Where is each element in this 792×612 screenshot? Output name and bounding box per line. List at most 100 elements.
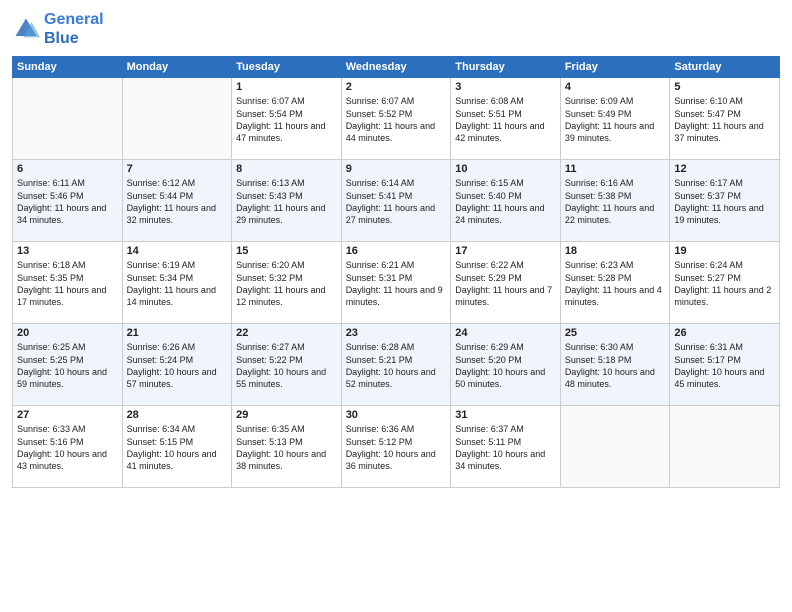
calendar-cell: 18 Sunrise: 6:23 AMSunset: 5:28 PMDayligh…: [560, 242, 670, 324]
cell-info: Sunrise: 6:33 AMSunset: 5:16 PMDaylight:…: [17, 423, 118, 472]
day-number: 20: [17, 327, 118, 339]
day-number: 23: [346, 327, 447, 339]
cell-info: Sunrise: 6:37 AMSunset: 5:11 PMDaylight:…: [455, 423, 556, 472]
col-header-thursday: Thursday: [451, 57, 561, 78]
day-number: 13: [17, 245, 118, 257]
cell-info: Sunrise: 6:10 AMSunset: 5:47 PMDaylight:…: [674, 95, 775, 144]
day-number: 17: [455, 245, 556, 257]
day-number: 22: [236, 327, 337, 339]
col-header-monday: Monday: [122, 57, 232, 78]
day-number: 11: [565, 163, 666, 175]
day-number: 10: [455, 163, 556, 175]
col-header-wednesday: Wednesday: [341, 57, 451, 78]
calendar-cell: 29 Sunrise: 6:35 AMSunset: 5:13 PMDayligh…: [232, 406, 342, 488]
calendar-cell: 24Sunrise: 6:29 AMSunset: 5:20 PMDayligh…: [451, 324, 561, 406]
cell-info: Sunrise: 6:18 AMSunset: 5:35 PMDaylight:…: [17, 259, 118, 308]
day-number: 9: [346, 163, 447, 175]
cell-info: Sunrise: 6:19 AMSunset: 5:34 PMDaylight:…: [127, 259, 228, 308]
week-row-1: 1Sunrise: 6:07 AMSunset: 5:54 PMDaylight…: [13, 78, 780, 160]
day-number: 31: [455, 409, 556, 421]
cell-info: Sunrise: 6:34 AMSunset: 5:15 PMDaylight:…: [127, 423, 228, 472]
day-number: 16: [346, 245, 447, 257]
calendar-cell: 14 Sunrise: 6:19 AMSunset: 5:34 PMDayligh…: [122, 242, 232, 324]
cell-info: Sunrise: 6:30 AMSunset: 5:18 PMDaylight:…: [565, 341, 666, 390]
day-number: 7: [127, 163, 228, 175]
calendar-cell: 11 Sunrise: 6:16 AMSunset: 5:38 PMDayligh…: [560, 160, 670, 242]
cell-info: Sunrise: 6:22 AMSunset: 5:29 PMDaylight:…: [455, 259, 556, 308]
day-number: 15: [236, 245, 337, 257]
day-number: 3: [455, 81, 556, 93]
header: General Blue: [12, 10, 780, 48]
calendar-cell: 21 Sunrise: 6:26 AMSunset: 5:24 PMDayligh…: [122, 324, 232, 406]
cell-info: Sunrise: 6:09 AMSunset: 5:49 PMDaylight:…: [565, 95, 666, 144]
day-number: 27: [17, 409, 118, 421]
cell-info: Sunrise: 6:20 AMSunset: 5:32 PMDaylight:…: [236, 259, 337, 308]
calendar-cell: 30Sunrise: 6:36 AMSunset: 5:12 PMDayligh…: [341, 406, 451, 488]
calendar-cell: 23 Sunrise: 6:28 AMSunset: 5:21 PMDayligh…: [341, 324, 451, 406]
day-number: 26: [674, 327, 775, 339]
cell-info: Sunrise: 6:12 AMSunset: 5:44 PMDaylight:…: [127, 177, 228, 226]
cell-info: Sunrise: 6:24 AMSunset: 5:27 PMDaylight:…: [674, 259, 775, 308]
cell-info: Sunrise: 6:23 AMSunset: 5:28 PMDaylight:…: [565, 259, 666, 308]
calendar-cell: 26 Sunrise: 6:31 AMSunset: 5:17 PMDayligh…: [670, 324, 780, 406]
cell-info: Sunrise: 6:14 AMSunset: 5:41 PMDaylight:…: [346, 177, 447, 226]
day-number: 6: [17, 163, 118, 175]
day-number: 8: [236, 163, 337, 175]
logo-icon: [12, 15, 40, 43]
calendar-cell: 27 Sunrise: 6:33 AMSunset: 5:16 PMDayligh…: [13, 406, 123, 488]
calendar-cell: 15 Sunrise: 6:20 AMSunset: 5:32 PMDayligh…: [232, 242, 342, 324]
header-row: SundayMondayTuesdayWednesdayThursdayFrid…: [13, 57, 780, 78]
calendar-cell: 19 Sunrise: 6:24 AMSunset: 5:27 PMDayligh…: [670, 242, 780, 324]
calendar-cell: 10 Sunrise: 6:15 AMSunset: 5:40 PMDayligh…: [451, 160, 561, 242]
cell-info: Sunrise: 6:16 AMSunset: 5:38 PMDaylight:…: [565, 177, 666, 226]
col-header-sunday: Sunday: [13, 57, 123, 78]
calendar-cell: 5Sunrise: 6:10 AMSunset: 5:47 PMDaylight…: [670, 78, 780, 160]
calendar-cell: 17 Sunrise: 6:22 AMSunset: 5:29 PMDayligh…: [451, 242, 561, 324]
day-number: 12: [674, 163, 775, 175]
calendar-cell: 2Sunrise: 6:07 AMSunset: 5:52 PMDaylight…: [341, 78, 451, 160]
cell-info: Sunrise: 6:17 AMSunset: 5:37 PMDaylight:…: [674, 177, 775, 226]
day-number: 25: [565, 327, 666, 339]
cell-info: Sunrise: 6:07 AMSunset: 5:54 PMDaylight:…: [236, 95, 337, 144]
day-number: 29: [236, 409, 337, 421]
week-row-3: 13 Sunrise: 6:18 AMSunset: 5:35 PMDayligh…: [13, 242, 780, 324]
cell-info: Sunrise: 6:35 AMSunset: 5:13 PMDaylight:…: [236, 423, 337, 472]
col-header-friday: Friday: [560, 57, 670, 78]
day-number: 4: [565, 81, 666, 93]
day-number: 24: [455, 327, 556, 339]
calendar-cell: 13 Sunrise: 6:18 AMSunset: 5:35 PMDayligh…: [13, 242, 123, 324]
calendar-cell: 7 Sunrise: 6:12 AMSunset: 5:44 PMDaylight…: [122, 160, 232, 242]
calendar-cell: 8 Sunrise: 6:13 AMSunset: 5:43 PMDaylight…: [232, 160, 342, 242]
week-row-2: 6 Sunrise: 6:11 AMSunset: 5:46 PMDaylight…: [13, 160, 780, 242]
calendar-cell: 25 Sunrise: 6:30 AMSunset: 5:18 PMDayligh…: [560, 324, 670, 406]
day-number: 14: [127, 245, 228, 257]
calendar-cell: [13, 78, 123, 160]
day-number: 21: [127, 327, 228, 339]
calendar-cell: 31 Sunrise: 6:37 AMSunset: 5:11 PMDayligh…: [451, 406, 561, 488]
calendar-cell: 28 Sunrise: 6:34 AMSunset: 5:15 PMDayligh…: [122, 406, 232, 488]
cell-info: Sunrise: 6:25 AMSunset: 5:25 PMDaylight:…: [17, 341, 118, 390]
col-header-saturday: Saturday: [670, 57, 780, 78]
cell-info: Sunrise: 6:08 AMSunset: 5:51 PMDaylight:…: [455, 95, 556, 144]
calendar-cell: [670, 406, 780, 488]
calendar-cell: 9 Sunrise: 6:14 AMSunset: 5:41 PMDaylight…: [341, 160, 451, 242]
calendar-table: SundayMondayTuesdayWednesdayThursdayFrid…: [12, 56, 780, 488]
cell-info: Sunrise: 6:11 AMSunset: 5:46 PMDaylight:…: [17, 177, 118, 226]
cell-info: Sunrise: 6:13 AMSunset: 5:43 PMDaylight:…: [236, 177, 337, 226]
cell-info: Sunrise: 6:28 AMSunset: 5:21 PMDaylight:…: [346, 341, 447, 390]
cell-info: Sunrise: 6:31 AMSunset: 5:17 PMDaylight:…: [674, 341, 775, 390]
calendar-cell: 22 Sunrise: 6:27 AMSunset: 5:22 PMDayligh…: [232, 324, 342, 406]
calendar-cell: [122, 78, 232, 160]
cell-info: Sunrise: 6:21 AMSunset: 5:31 PMDaylight:…: [346, 259, 447, 308]
day-number: 28: [127, 409, 228, 421]
cell-info: Sunrise: 6:15 AMSunset: 5:40 PMDaylight:…: [455, 177, 556, 226]
cell-info: Sunrise: 6:27 AMSunset: 5:22 PMDaylight:…: [236, 341, 337, 390]
page: General Blue SundayMondayTuesdayWednesda…: [0, 0, 792, 612]
cell-info: Sunrise: 6:26 AMSunset: 5:24 PMDaylight:…: [127, 341, 228, 390]
calendar-cell: [560, 406, 670, 488]
logo: General Blue: [12, 10, 104, 48]
day-number: 18: [565, 245, 666, 257]
calendar-cell: 3 Sunrise: 6:08 AMSunset: 5:51 PMDaylight…: [451, 78, 561, 160]
logo-text: General Blue: [44, 10, 104, 48]
day-number: 19: [674, 245, 775, 257]
